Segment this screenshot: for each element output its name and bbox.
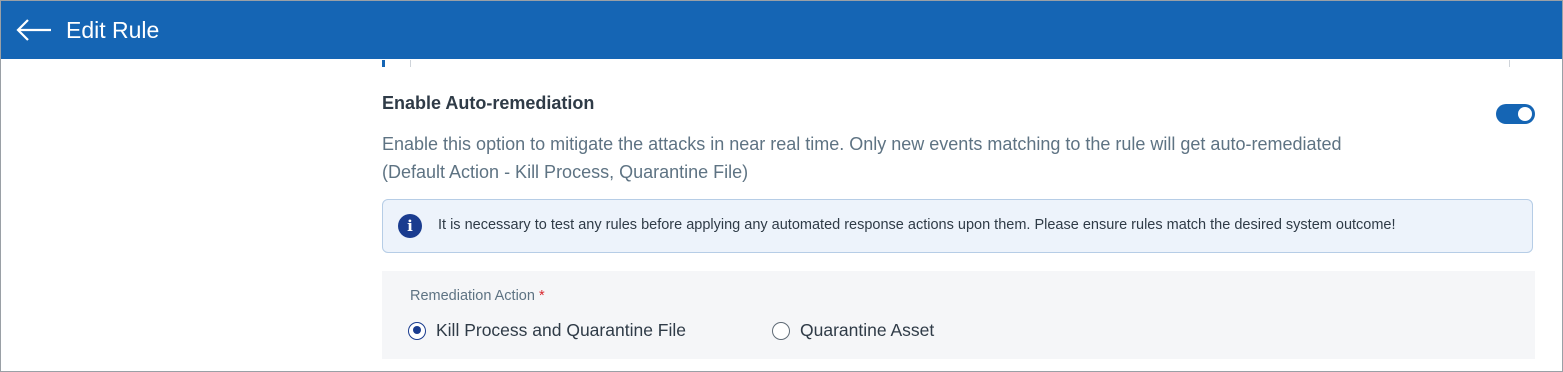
page-title: Edit Rule (66, 17, 160, 43)
tab-strip-remnant (382, 60, 1510, 68)
radio-selected-icon[interactable] (408, 321, 426, 340)
auto-remediation-title: Enable Auto-remediation (382, 93, 595, 113)
remediation-action-panel: Remediation Action * Kill Process and Qua… (382, 271, 1535, 359)
page-header: Edit Rule (1, 1, 1562, 59)
info-message: It is necessary to test any rules before… (438, 217, 1396, 233)
auto-remediation-description: Enable this option to mitigate the attac… (382, 130, 1432, 186)
description-line-1: Enable this option to mitigate the attac… (382, 134, 1342, 154)
description-line-2: (Default Action - Kill Process, Quaranti… (382, 162, 749, 182)
toggle-knob (1518, 107, 1532, 121)
radio-quarantine-asset[interactable]: Quarantine Asset (772, 320, 934, 341)
required-marker: * (538, 288, 545, 304)
radio-unselected-icon[interactable] (772, 321, 790, 340)
tab-divider (1509, 60, 1510, 67)
back-arrow-icon[interactable] (15, 15, 53, 45)
remediation-action-label: Remediation Action * (410, 288, 545, 304)
tab-active-indicator (382, 60, 385, 67)
auto-remediation-toggle[interactable] (1496, 104, 1535, 124)
info-banner: i It is necessary to test any rules befo… (382, 199, 1533, 253)
tab-divider (410, 60, 411, 67)
radio-label: Kill Process and Quarantine File (436, 320, 686, 340)
radio-label: Quarantine Asset (800, 320, 935, 340)
radio-kill-process-quarantine-file[interactable]: Kill Process and Quarantine File (408, 320, 686, 341)
info-icon: i (398, 214, 422, 238)
remediation-action-label-text: Remediation Action (410, 288, 535, 304)
